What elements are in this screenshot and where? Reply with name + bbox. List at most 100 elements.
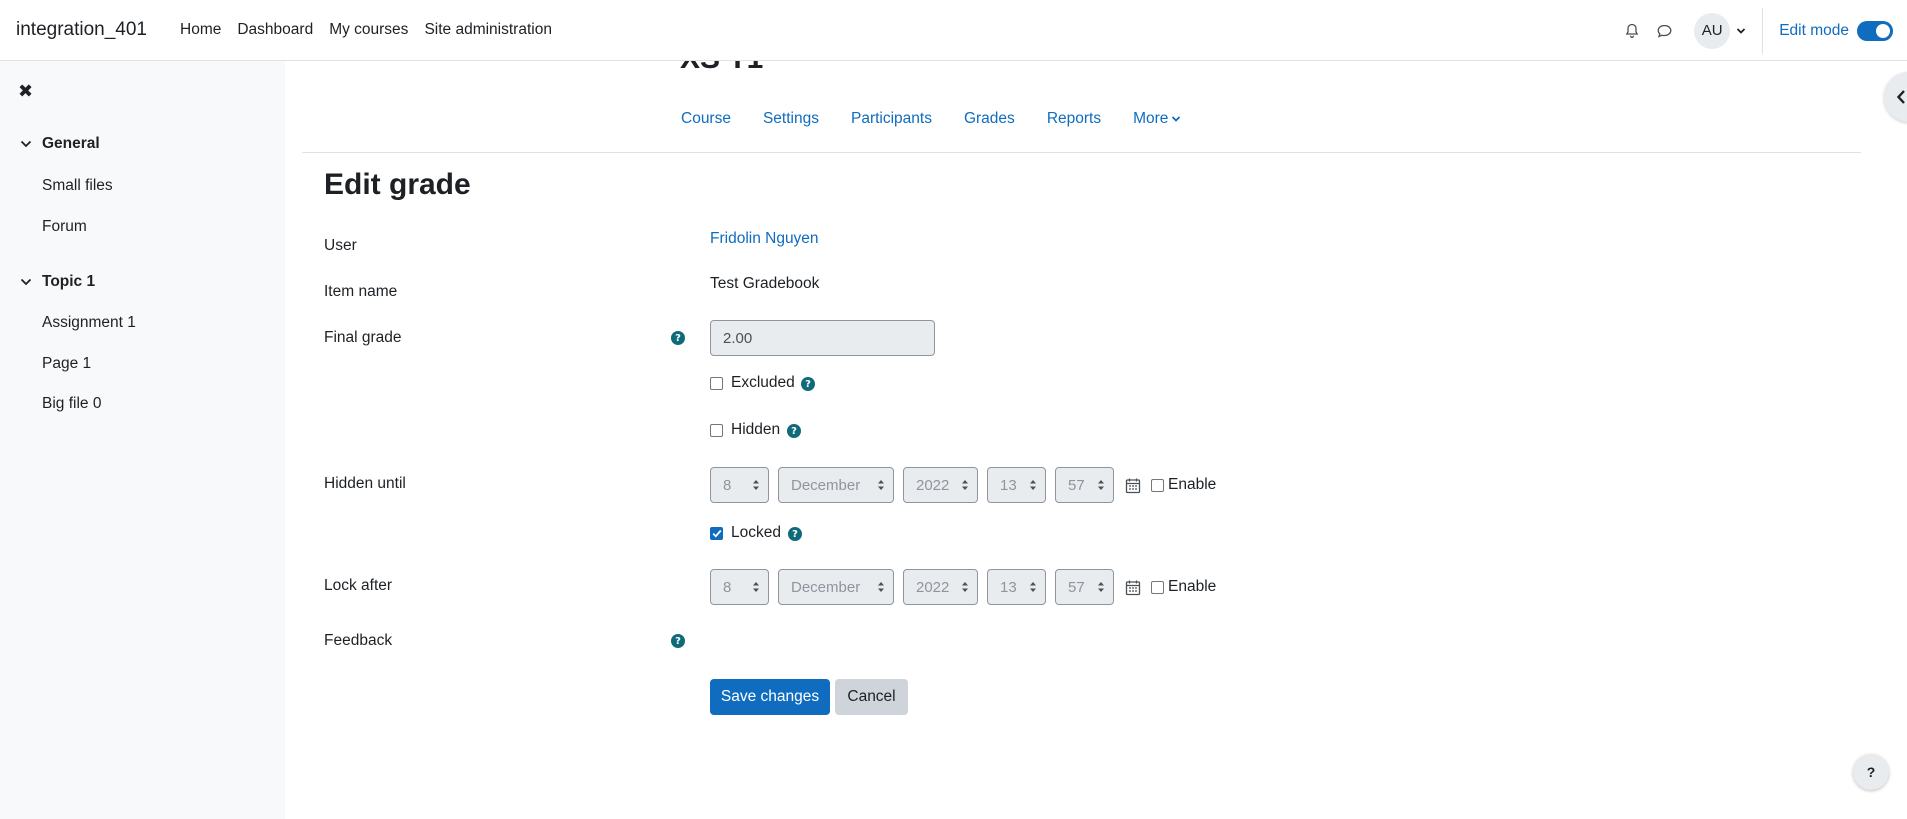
calendar-icon[interactable] (1125, 578, 1143, 596)
tab-more[interactable]: More (1133, 110, 1181, 128)
tab-settings[interactable]: Settings (763, 110, 819, 128)
lock-after-month-select[interactable]: December (778, 569, 894, 605)
drawer-item-small-files[interactable]: Small files (42, 177, 113, 195)
tab-course[interactable]: Course (681, 110, 731, 128)
updown-arrows-icon (1030, 480, 1036, 490)
item-name-value: Test Gradebook (710, 275, 820, 292)
edit-mode-toggle[interactable] (1857, 20, 1893, 41)
updown-arrows-icon (962, 480, 968, 490)
section-title: Topic 1 (42, 273, 96, 290)
chevron-down-icon[interactable] (20, 140, 34, 148)
edit-mode-label[interactable]: Edit mode (1779, 22, 1849, 40)
hidden-until-enable-checkbox[interactable] (1151, 478, 1164, 492)
locked-checkbox-row: Locked (710, 524, 781, 542)
hidden-checkbox[interactable] (710, 423, 723, 437)
select-value: 2022 (916, 578, 950, 596)
nav-my-courses[interactable]: My courses (329, 21, 408, 39)
select-value: 2022 (916, 476, 950, 494)
hidden-until-month-select[interactable]: December (778, 467, 894, 503)
help-icon[interactable]: ? (671, 634, 685, 648)
updown-arrows-icon (753, 480, 759, 490)
section-general[interactable]: General (20, 135, 100, 153)
navbar-right: AU Edit mode (1616, 0, 1907, 61)
select-value: 13 (1000, 476, 1017, 494)
avatar[interactable]: AU (1694, 12, 1731, 49)
close-icon[interactable]: ✖ (18, 81, 33, 102)
tab-more-label: More (1133, 110, 1169, 127)
lock-after-enable: Enable (1151, 578, 1216, 596)
select-value: December (791, 476, 861, 494)
help-icon[interactable]: ? (787, 424, 801, 438)
updown-arrows-icon (962, 582, 968, 592)
user-link[interactable]: Fridolin Nguyen (710, 230, 819, 248)
nav-dashboard[interactable]: Dashboard (237, 21, 313, 39)
hidden-label: Hidden (731, 421, 781, 438)
navbar-divider (1762, 7, 1764, 54)
hidden-until-year-select[interactable]: 2022 (903, 467, 978, 503)
item-name-label: Item name (324, 283, 398, 300)
section-topic-1[interactable]: Topic 1 (20, 273, 95, 291)
chevron-down-icon (1172, 116, 1181, 122)
nav-home[interactable]: Home (180, 21, 221, 39)
drawer-item-assignment-1[interactable]: Assignment 1 (42, 314, 136, 332)
user-label: User (324, 237, 357, 254)
chat-icon[interactable] (1648, 15, 1680, 47)
section-title: General (42, 135, 100, 152)
excluded-checkbox[interactable] (710, 376, 723, 390)
site-name[interactable]: integration_401 (16, 19, 180, 41)
select-value: 13 (1000, 578, 1017, 596)
lock-after-year-select[interactable]: 2022 (903, 569, 978, 605)
drawer-item-big-file-0[interactable]: Big file 0 (42, 395, 101, 413)
hidden-until-label: Hidden until (324, 475, 406, 492)
nav-site-administration[interactable]: Site administration (424, 21, 552, 39)
drawer-item-page-1[interactable]: Page 1 (42, 355, 91, 373)
enable-label: Enable (1168, 476, 1217, 493)
drawer-item-forum[interactable]: Forum (42, 218, 87, 236)
tab-reports[interactable]: Reports (1047, 110, 1101, 128)
hidden-checkbox-row: Hidden (710, 421, 780, 439)
chevron-down-icon[interactable] (1736, 27, 1746, 35)
tab-participants[interactable]: Participants (851, 110, 932, 128)
bell-icon[interactable] (1616, 15, 1648, 47)
locked-label: Locked (731, 524, 781, 541)
lock-after-day-select[interactable]: 8 (710, 569, 769, 605)
updown-arrows-icon (753, 582, 759, 592)
footer-help-button[interactable]: ? (1853, 754, 1889, 790)
tab-grades[interactable]: Grades (964, 110, 1015, 128)
course-index-drawer: ✖ General Small files Forum Topic 1 Assi… (0, 61, 285, 819)
hidden-until-minute-select[interactable]: 57 (1055, 467, 1114, 503)
feedback-label: Feedback (324, 632, 393, 649)
lock-after-minute-select[interactable]: 57 (1055, 569, 1114, 605)
top-navbar: integration_401 Home Dashboard My course… (0, 0, 1907, 61)
hidden-until-day-select[interactable]: 8 (710, 467, 769, 503)
cancel-button[interactable]: Cancel (835, 679, 908, 715)
lock-after-date-selector: 8 December 2022 13 57 Enable (710, 569, 1216, 605)
enable-label: Enable (1168, 578, 1217, 595)
secondary-nav-divider (302, 152, 1861, 153)
updown-arrows-icon (1098, 582, 1104, 592)
final-grade-input[interactable] (710, 320, 935, 356)
calendar-icon[interactable] (1125, 476, 1143, 494)
help-icon[interactable]: ? (788, 527, 802, 541)
chevron-down-icon[interactable] (20, 278, 34, 286)
lock-after-hour-select[interactable]: 13 (987, 569, 1046, 605)
updown-arrows-icon (1030, 582, 1036, 592)
primary-navigation: Home Dashboard My courses Site administr… (180, 21, 568, 39)
locked-checkbox[interactable] (710, 526, 723, 540)
save-changes-button[interactable]: Save changes (710, 679, 830, 715)
chevron-left-icon (1896, 90, 1905, 104)
help-icon[interactable]: ? (801, 377, 815, 391)
excluded-label: Excluded (731, 374, 795, 391)
select-value: 8 (723, 578, 732, 596)
select-value: 57 (1068, 476, 1085, 494)
hidden-until-enable: Enable (1151, 476, 1216, 494)
select-value: December (791, 578, 861, 596)
open-block-drawer-button[interactable] (1884, 72, 1907, 122)
updown-arrows-icon (878, 480, 884, 490)
excluded-checkbox-row: Excluded (710, 374, 795, 392)
lock-after-label: Lock after (324, 577, 393, 594)
hidden-until-hour-select[interactable]: 13 (987, 467, 1046, 503)
updown-arrows-icon (878, 582, 884, 592)
lock-after-enable-checkbox[interactable] (1151, 580, 1164, 594)
help-icon[interactable]: ? (671, 331, 685, 345)
